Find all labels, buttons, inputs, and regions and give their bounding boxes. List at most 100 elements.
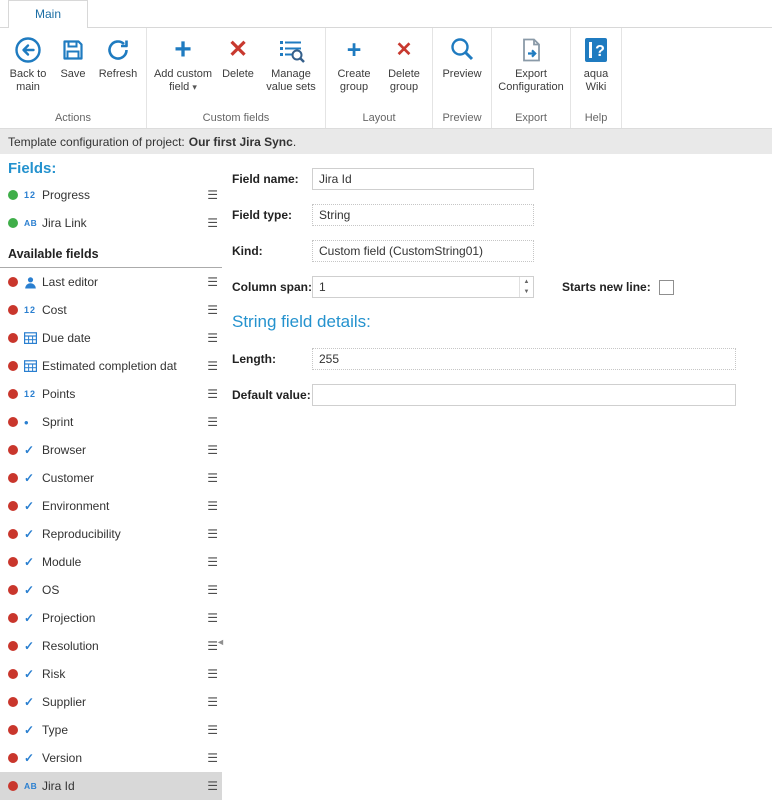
button-label: Save (60, 68, 85, 81)
save-button[interactable]: Save (53, 30, 93, 81)
field-item[interactable]: AB Jira Link ☰ (0, 209, 222, 237)
field-item[interactable]: 12 Points ☰ (0, 380, 222, 408)
drag-handle-icon[interactable]: ☰ (207, 695, 218, 709)
status-dot-red-icon (8, 277, 18, 287)
field-item[interactable]: ✓ Reproducibility ☰ (0, 520, 222, 548)
drag-handle-icon[interactable]: ☰ (207, 779, 218, 793)
drag-handle-icon[interactable]: ☰ (207, 387, 218, 401)
field-item[interactable]: ✓ Browser ☰ (0, 436, 222, 464)
drag-handle-icon[interactable]: ☰ (207, 471, 218, 485)
field-item[interactable]: ✓ Customer ☰ (0, 464, 222, 492)
field-item[interactable]: Due date ☰ (0, 324, 222, 352)
drag-handle-icon[interactable]: ☰ (207, 611, 218, 625)
field-item[interactable]: ✓ Resolution ☰ (0, 632, 222, 660)
length-input[interactable] (312, 348, 736, 370)
field-item[interactable]: ✓ Module ☰ (0, 548, 222, 576)
status-dot-red-icon (8, 753, 18, 763)
starts-new-line-checkbox[interactable] (659, 280, 674, 295)
manage-value-sets-button[interactable]: Manage value sets (260, 30, 322, 94)
field-label: Projection (42, 611, 203, 625)
status-dot-red-icon (8, 361, 18, 371)
tab-main[interactable]: Main (8, 0, 88, 28)
delete-button[interactable]: ✕ Delete (216, 30, 260, 81)
status-dot-red-icon (8, 473, 18, 483)
drag-handle-icon[interactable]: ☰ (207, 751, 218, 765)
number-type-icon: 12 (24, 389, 42, 399)
field-item[interactable]: 12 Cost ☰ (0, 296, 222, 324)
ribbon-group-label: Custom fields (150, 110, 322, 128)
default-value-input[interactable] (312, 384, 736, 406)
kind-input[interactable] (312, 240, 534, 262)
drag-handle-icon[interactable]: ☰ (207, 415, 218, 429)
drag-handle-icon[interactable]: ☰ (207, 188, 218, 202)
drag-handle-icon[interactable]: ☰ (207, 216, 218, 230)
field-type-input[interactable] (312, 204, 534, 226)
drag-handle-icon[interactable]: ☰ (207, 275, 218, 289)
field-label: Reproducibility (42, 527, 203, 541)
status-dot-red-icon (8, 557, 18, 567)
ribbon-buttons: ? aqua Wiki (574, 30, 618, 110)
button-label: Manage value sets (260, 68, 322, 94)
field-item[interactable]: ✓ Supplier ☰ (0, 688, 222, 716)
column-span-input[interactable] (312, 276, 534, 298)
calendar-type-icon (24, 360, 42, 372)
drag-handle-icon[interactable]: ☰ (207, 527, 218, 541)
field-label: Sprint (42, 415, 203, 429)
field-name-label: Field name: (232, 172, 312, 186)
field-label: Customer (42, 471, 203, 485)
fields-sidebar: Fields: 12 Progress ☰ AB Jira Link ☰ Ava… (0, 154, 222, 805)
preview-button[interactable]: Preview (436, 30, 488, 81)
save-icon (58, 32, 88, 68)
field-label: Risk (42, 667, 203, 681)
drag-handle-icon[interactable]: ☰ (207, 667, 218, 681)
text-type-icon: AB (24, 218, 42, 228)
field-item[interactable]: • Sprint ☰ (0, 408, 222, 436)
create-group-button[interactable]: + Create group (329, 30, 379, 94)
field-item[interactable]: ✓ OS ☰ (0, 576, 222, 604)
aqua-wiki-button[interactable]: ? aqua Wiki (574, 30, 618, 94)
drag-handle-icon[interactable]: ☰ (207, 331, 218, 345)
drag-handle-icon[interactable]: ☰ (207, 723, 218, 737)
button-label: Refresh (99, 68, 138, 81)
field-label: OS (42, 583, 203, 597)
drag-handle-icon[interactable]: ☰ (207, 303, 218, 317)
field-item[interactable]: ✓ Environment ☰ (0, 492, 222, 520)
ribbon-group-layout: + Create group ✕ Delete group Layout (326, 28, 433, 128)
field-name-input[interactable] (312, 168, 534, 190)
field-item[interactable]: ✓ Projection ☰ (0, 604, 222, 632)
drag-handle-icon[interactable]: ☰ (207, 555, 218, 569)
field-item[interactable]: Estimated completion dat ☰ (0, 352, 222, 380)
field-item-selected[interactable]: AB Jira Id ☰ (0, 772, 222, 800)
button-label: Preview (442, 68, 481, 81)
wiki-help-icon: ? (581, 32, 611, 68)
sidebar-collapse-arrow[interactable]: ◄ (216, 637, 225, 647)
number-type-icon: 12 (24, 305, 42, 315)
stepper-up-button[interactable]: ▲ (520, 277, 533, 287)
field-item[interactable]: ✓ Risk ☰ (0, 660, 222, 688)
column-span-stepper: ▲ ▼ (312, 276, 534, 298)
drag-handle-icon[interactable]: ☰ (207, 583, 218, 597)
field-item[interactable]: ✓ Version ☰ (0, 744, 222, 772)
export-configuration-button[interactable]: Export Configuration (495, 30, 567, 94)
add-custom-field-button[interactable]: + Add custom field ▾ (150, 30, 216, 94)
back-to-main-button[interactable]: Back to main (3, 30, 53, 94)
drag-handle-icon[interactable]: ☰ (207, 443, 218, 457)
status-dot-red-icon (8, 669, 18, 679)
calendar-type-icon (24, 332, 42, 344)
kind-row: Kind: (232, 240, 772, 262)
drag-handle-icon[interactable]: ☰ (207, 499, 218, 513)
info-suffix: . (293, 135, 296, 149)
status-dot-red-icon (8, 641, 18, 651)
field-item[interactable]: ✓ Type ☰ (0, 716, 222, 744)
field-item[interactable]: 12 Progress ☰ (0, 181, 222, 209)
field-properties-panel: Field name: Field type: Kind: Column spa… (222, 154, 772, 805)
field-label: Due date (42, 331, 203, 345)
drag-handle-icon[interactable]: ☰ (207, 359, 218, 373)
status-dot-red-icon (8, 613, 18, 623)
stepper-down-button[interactable]: ▼ (520, 287, 533, 297)
delete-group-button[interactable]: ✕ Delete group (379, 30, 429, 94)
field-name-row: Field name: (232, 168, 772, 190)
field-item[interactable]: Last editor ☰ (0, 268, 222, 296)
refresh-button[interactable]: Refresh (93, 30, 143, 81)
kind-label: Kind: (232, 244, 312, 258)
